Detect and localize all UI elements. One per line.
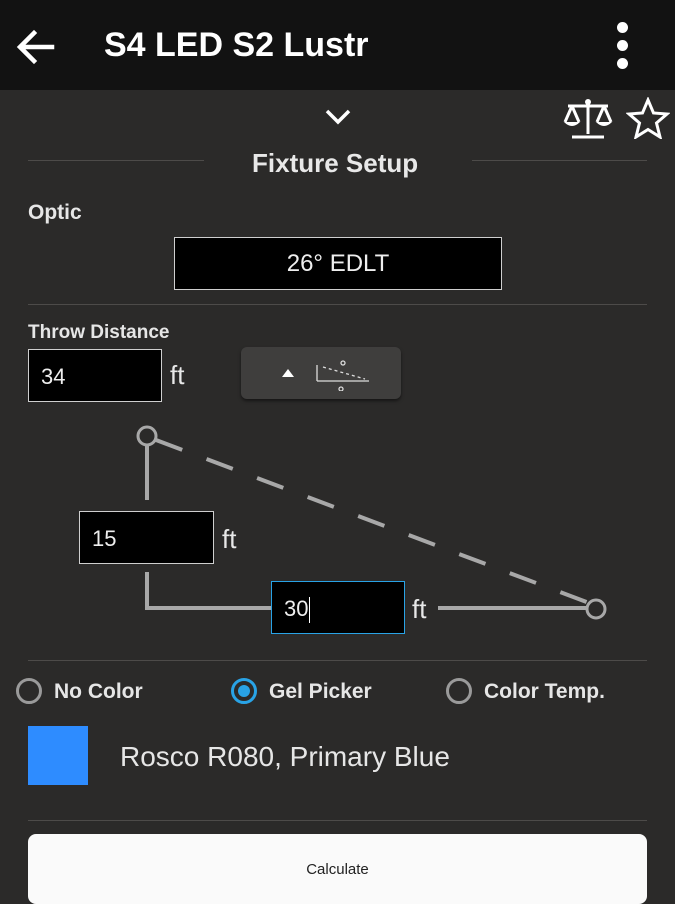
height-unit: ft <box>222 524 237 554</box>
gel-name[interactable]: Rosco R080, Primary Blue <box>120 741 450 773</box>
throw-distance-label: Throw Distance <box>28 322 170 343</box>
gel-color-swatch[interactable] <box>28 726 88 785</box>
no-color-label[interactable]: No Color <box>54 680 143 704</box>
caret-up-throw-diagram-icon <box>282 360 369 391</box>
more-vert-icon[interactable] <box>610 20 636 72</box>
app-bar: S4 LED S2 Lustr <box>0 0 675 90</box>
divider <box>28 660 647 661</box>
horizontal-distance-value: 30 <box>284 596 309 621</box>
horizontal-distance-unit: ft <box>412 594 427 624</box>
text-caret <box>309 597 311 624</box>
optic-select[interactable]: 26° EDLT <box>174 237 502 290</box>
chevron-down-icon[interactable] <box>322 104 354 128</box>
scale-icon[interactable] <box>562 96 614 142</box>
target-point-marker <box>585 598 607 620</box>
divider <box>472 160 647 161</box>
divider <box>28 304 647 305</box>
horizontal-distance-input[interactable]: 30 <box>271 581 405 634</box>
beam-distance-line <box>155 438 593 606</box>
divider <box>28 820 647 821</box>
fixture-point-marker <box>136 425 158 447</box>
color-temp-label[interactable]: Color Temp. <box>484 680 605 704</box>
calculate-button[interactable]: Calculate <box>28 834 647 904</box>
divider <box>28 160 204 161</box>
gel-picker-label[interactable]: Gel Picker <box>269 680 372 704</box>
section-title: Fixture Setup <box>252 148 419 178</box>
optic-label: Optic <box>28 201 82 224</box>
no-color-radio[interactable] <box>16 678 42 704</box>
height-input[interactable]: 15 <box>79 511 214 564</box>
page-title: S4 LED S2 Lustr <box>104 26 369 64</box>
diagram-toggle-button[interactable] <box>241 347 401 399</box>
horizontal-base-line <box>145 572 271 610</box>
gel-picker-radio[interactable] <box>231 678 257 704</box>
throw-distance-unit: ft <box>170 360 185 390</box>
throw-distance-input[interactable]: 34 <box>28 349 162 402</box>
arrow-left-icon[interactable] <box>14 25 58 69</box>
star-outline-icon[interactable] <box>626 97 670 139</box>
color-temp-radio[interactable] <box>446 678 472 704</box>
